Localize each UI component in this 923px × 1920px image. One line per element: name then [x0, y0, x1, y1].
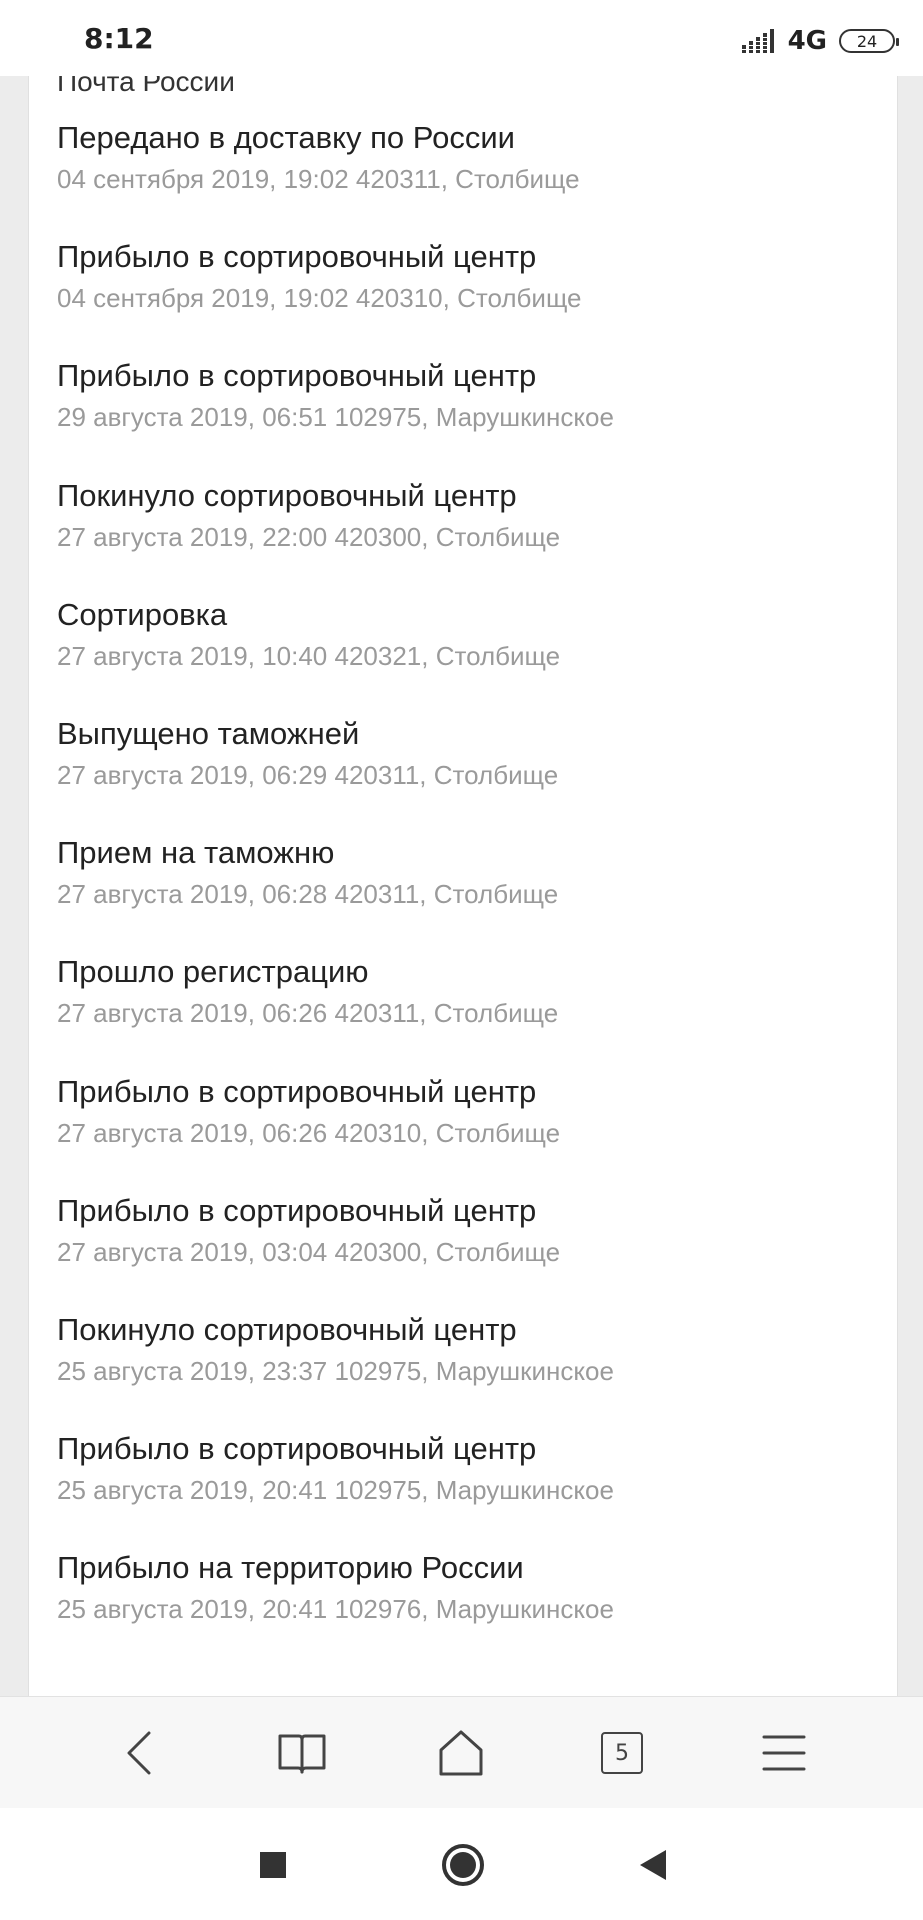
event-details: 27 августа 2019, 06:29 420311, Столбище — [57, 759, 559, 790]
tracking-event: Прибыло в сортировочный центр 25 августа… — [57, 1430, 614, 1549]
event-details: 27 августа 2019, 22:00 420300, Столбище — [57, 521, 561, 552]
event-title: Покинуло сортировочный центр — [57, 477, 517, 513]
tracking-history-list: Передано в доставку по России 04 сентябр… — [57, 119, 614, 1668]
system-back-button[interactable] — [628, 1840, 678, 1890]
system-home-button[interactable] — [438, 1840, 488, 1890]
tracking-event: Прибыло в сортировочный центр 29 августа… — [57, 357, 614, 476]
tracking-event: Покинуло сортировочный центр 25 августа … — [57, 1311, 614, 1430]
bookmarks-button[interactable] — [274, 1725, 330, 1781]
event-details: 04 сентября 2019, 19:02 420310, Столбище — [57, 283, 582, 314]
tracking-event: Прибыло в сортировочный центр 27 августа… — [57, 1073, 614, 1192]
event-details: 25 августа 2019, 23:37 102975, Марушкинс… — [57, 1355, 614, 1386]
status-time: 8:12 — [84, 22, 154, 55]
event-title: Прибыло в сортировочный центр — [57, 1431, 537, 1467]
tracking-event: Покинуло сортировочный центр 27 августа … — [57, 477, 614, 596]
tracking-event: Прибыло в сортировочный центр 04 сентябр… — [57, 238, 614, 357]
tracking-event: Сортировка 27 августа 2019, 10:40 420321… — [57, 596, 614, 715]
event-details: 27 августа 2019, 03:04 420300, Столбище — [57, 1236, 561, 1267]
event-title: Сортировка — [57, 596, 228, 632]
event-details: 27 августа 2019, 10:40 420321, Столбище — [57, 640, 561, 671]
back-arrow-icon — [127, 1731, 151, 1775]
recent-apps-button[interactable] — [248, 1840, 298, 1890]
status-icons: 4G 24 — [741, 26, 899, 56]
menu-button[interactable] — [756, 1725, 812, 1781]
event-details: 04 сентября 2019, 19:02 420311, Столбище — [57, 164, 580, 194]
event-details: 29 августа 2019, 06:51 102975, Марушкинс… — [57, 402, 614, 433]
event-title: Прием на таможню — [57, 835, 335, 871]
bookmarks-book-icon — [278, 1734, 326, 1774]
event-details: 27 августа 2019, 06:28 420311, Столбище — [57, 879, 559, 910]
tabs-counter-icon: 5 — [601, 1732, 643, 1774]
home-button[interactable] — [433, 1725, 489, 1781]
event-title: Прибыло в сортировочный центр — [57, 1192, 537, 1228]
event-title: Передано в доставку по России — [57, 120, 515, 155]
event-details: 27 августа 2019, 06:26 420310, Столбище — [57, 1117, 561, 1148]
carrier-name: Почта России — [57, 76, 235, 97]
menu-icon — [762, 1735, 806, 1771]
signal-icon — [741, 29, 774, 53]
tracking-event: Выпущено таможней 27 августа 2019, 06:29… — [57, 715, 614, 834]
tracking-card: Почта России Передано в доставку по Росс… — [28, 76, 898, 1696]
network-type-label: 4G — [787, 26, 827, 56]
tracking-event: Прибыло на территорию России 25 августа … — [57, 1549, 614, 1668]
home-icon — [439, 1730, 483, 1776]
event-details: 25 августа 2019, 20:41 102975, Марушкинс… — [57, 1475, 614, 1506]
tracking-event: Прошло регистрацию 27 августа 2019, 06:2… — [57, 953, 614, 1072]
event-title: Прибыло в сортировочный центр — [57, 1073, 537, 1109]
tabs-button[interactable]: 5 — [594, 1725, 650, 1781]
battery-level: 24 — [856, 31, 878, 51]
event-title: Прибыло в сортировочный центр — [57, 358, 537, 394]
event-title: Покинуло сортировочный центр — [57, 1311, 517, 1347]
event-details: 27 августа 2019, 06:26 420311, Столбище — [57, 998, 559, 1029]
back-triangle-icon — [640, 1850, 666, 1880]
system-navigation-bar — [0, 1808, 923, 1920]
status-bar: 8:12 4G 24 — [0, 0, 923, 76]
recent-apps-square-icon — [260, 1852, 286, 1878]
tracking-event: Передано в доставку по России 04 сентябр… — [57, 119, 614, 238]
event-title: Выпущено таможней — [57, 715, 360, 751]
event-details: 25 августа 2019, 20:41 102976, Марушкинс… — [57, 1594, 614, 1625]
event-title: Прибыло в сортировочный центр — [57, 239, 537, 275]
browser-toolbar: 5 — [0, 1696, 923, 1809]
battery-icon: 24 — [839, 29, 899, 53]
tracking-event: Прибыло в сортировочный центр 27 августа… — [57, 1192, 614, 1311]
event-title: Прибыло на территорию России — [57, 1550, 524, 1586]
back-button[interactable] — [113, 1725, 169, 1781]
tracking-event: Прием на таможню 27 августа 2019, 06:28 … — [57, 834, 614, 953]
event-title: Прошло регистрацию — [57, 954, 369, 990]
home-circle-icon — [442, 1844, 484, 1886]
